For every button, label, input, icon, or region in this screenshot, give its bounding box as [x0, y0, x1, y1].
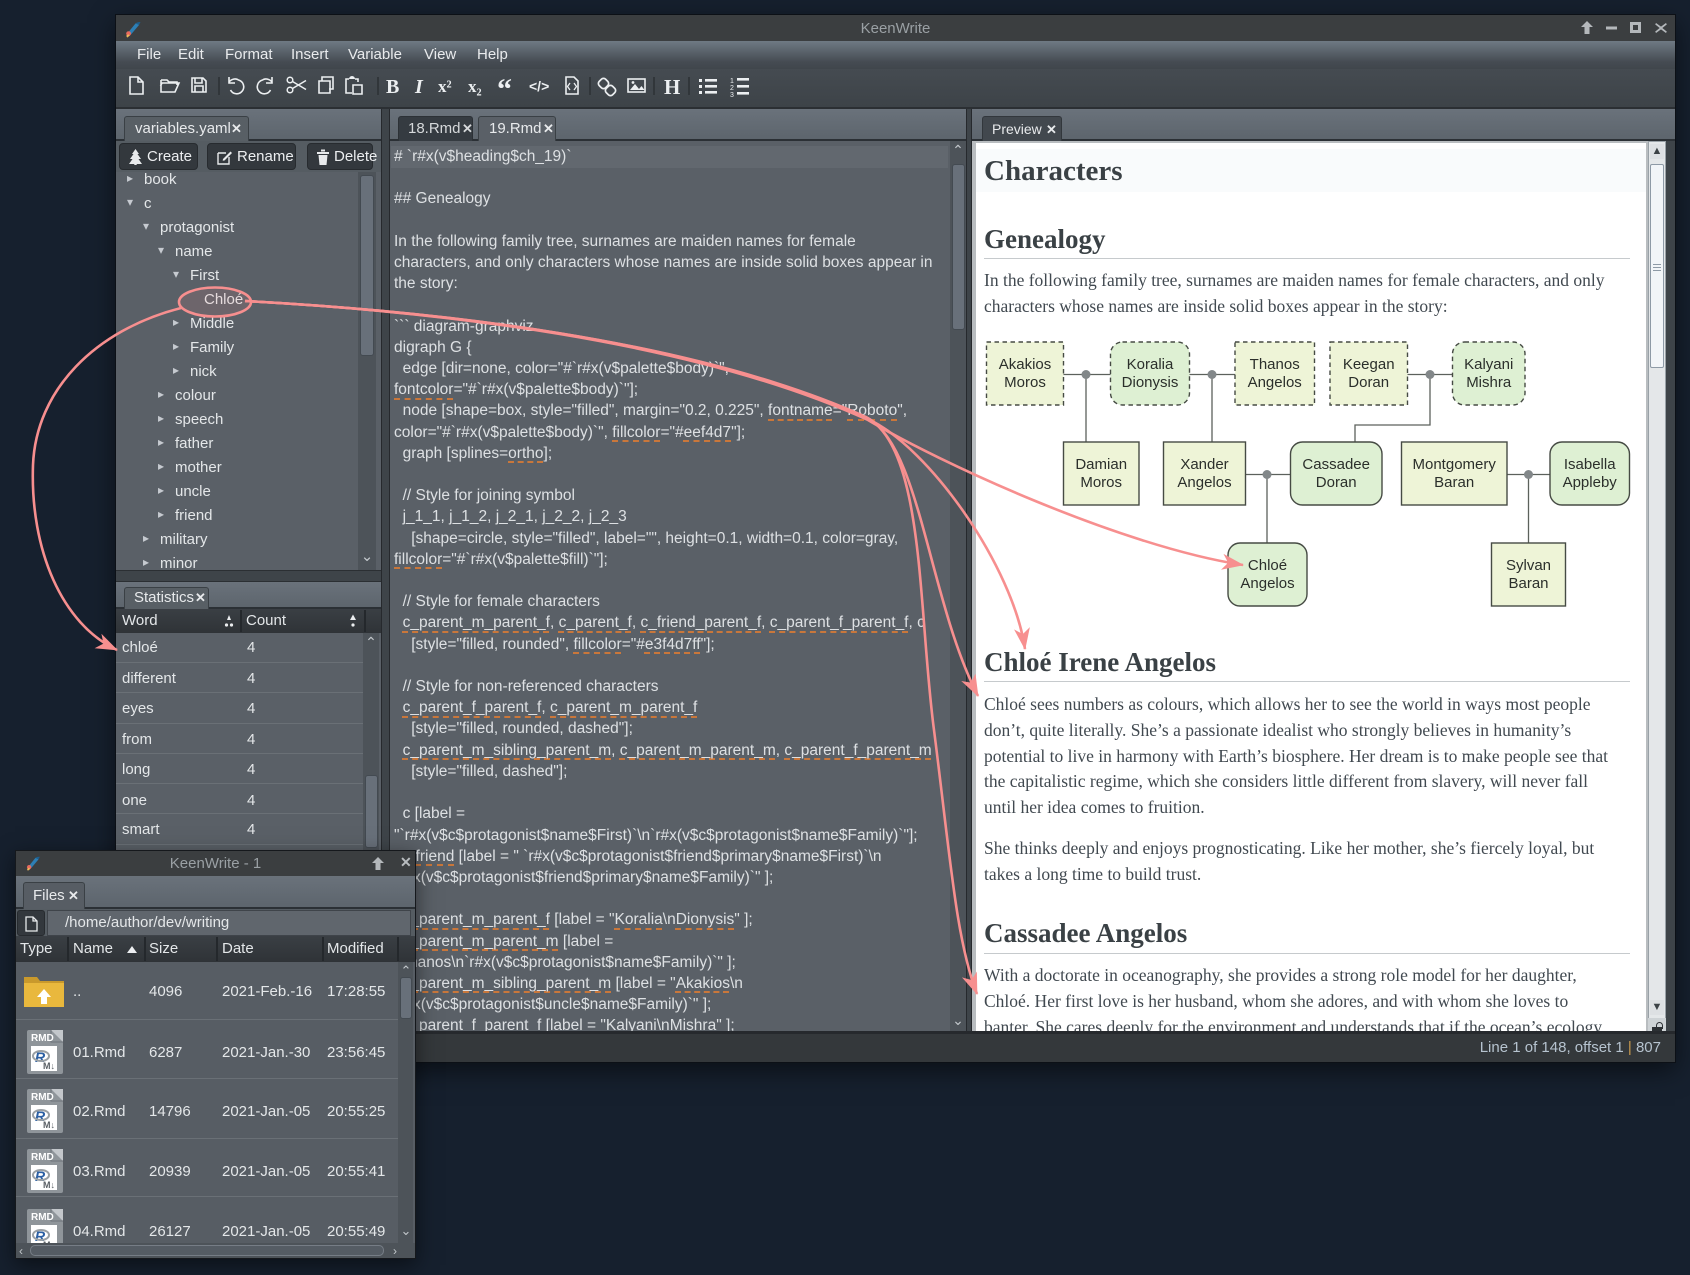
svg-text:x²: x² [438, 77, 452, 96]
svg-text:Akakios: Akakios [999, 356, 1052, 373]
svg-text:Thanos: Thanos [1250, 356, 1300, 373]
svg-text:Isabella: Isabella [1564, 456, 1616, 473]
svg-text:1: 1 [730, 78, 734, 85]
svg-text:M↓: M↓ [43, 1120, 55, 1130]
svg-text:3: 3 [730, 92, 734, 99]
svg-text:Montgomery: Montgomery [1413, 456, 1497, 473]
svg-text:Doran: Doran [1316, 474, 1357, 491]
svg-text:Doran: Doran [1348, 374, 1389, 391]
svg-text:M↓: M↓ [43, 1180, 55, 1190]
svg-text:RMD: RMD [31, 1033, 54, 1044]
svg-text:</>: </> [529, 78, 549, 94]
svg-text:2: 2 [730, 85, 734, 92]
svg-text:I: I [414, 76, 424, 98]
svg-text:RMD: RMD [31, 1212, 54, 1223]
svg-text:Cassadee: Cassadee [1302, 456, 1370, 473]
svg-text:Baran: Baran [1434, 474, 1474, 491]
svg-text:Kalyani: Kalyani [1464, 356, 1513, 373]
svg-text:“: “ [497, 73, 512, 106]
svg-text:Dionysis: Dionysis [1122, 374, 1179, 391]
svg-text:RMD: RMD [31, 1152, 54, 1163]
svg-text:Koralia: Koralia [1127, 356, 1174, 373]
svg-text:Baran: Baran [1508, 575, 1548, 592]
svg-text:Damian: Damian [1075, 456, 1127, 473]
svg-text:Sylvan: Sylvan [1506, 557, 1551, 574]
svg-text:Appleby: Appleby [1563, 474, 1618, 491]
svg-text:Keegan: Keegan [1343, 356, 1395, 373]
svg-text:B: B [386, 76, 399, 98]
svg-text:Mishra: Mishra [1466, 374, 1512, 391]
svg-text:x₂: x₂ [468, 77, 482, 96]
svg-text:Moros: Moros [1004, 374, 1046, 391]
svg-text:RMD: RMD [31, 1092, 54, 1103]
svg-text:Angelos: Angelos [1240, 575, 1294, 592]
svg-text:Moros: Moros [1080, 474, 1122, 491]
svg-text:Chloé: Chloé [1248, 557, 1287, 574]
svg-text:Angelos: Angelos [1177, 474, 1231, 491]
svg-text:Angelos: Angelos [1248, 374, 1302, 391]
svg-text:M↓: M↓ [43, 1061, 55, 1071]
svg-text:Xander: Xander [1180, 456, 1228, 473]
svg-text:H: H [664, 75, 680, 99]
